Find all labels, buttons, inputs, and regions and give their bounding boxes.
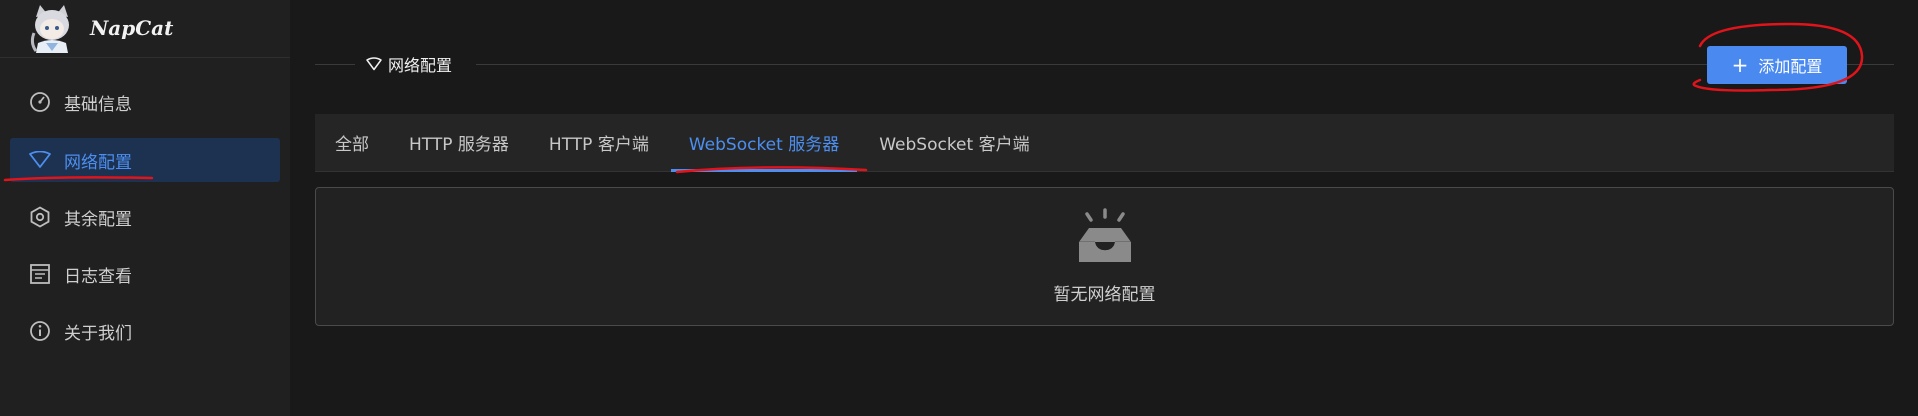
empty-state-text: 暂无网络配置	[1053, 285, 1156, 305]
sidebar-item-about[interactable]: 关于我们	[10, 309, 280, 353]
tab-http-server[interactable]: HTTP 服务器	[409, 114, 509, 172]
napcat-logo-icon	[30, 5, 69, 53]
wifi-icon	[366, 57, 382, 71]
section-title-text: 网络配置	[388, 56, 453, 75]
tab-websocket-client[interactable]: WebSocket 客户端	[879, 114, 1029, 172]
brand[interactable]: NapCat	[28, 0, 173, 56]
sidebar-item-label: 网络配置	[64, 152, 132, 173]
add-config-label: 添加配置	[1758, 57, 1823, 76]
plus-icon: +	[1731, 53, 1749, 77]
dashboard-icon	[28, 90, 52, 114]
settings-hex-icon	[28, 205, 52, 229]
tab-all[interactable]: 全部	[335, 114, 369, 172]
sidebar: NapCat 基础信息 网络配置 其余配置 日志查看 关于我们	[0, 0, 290, 416]
sidebar-item-label: 关于我们	[64, 323, 132, 344]
wifi-icon	[28, 148, 52, 172]
add-config-button[interactable]: + 添加配置	[1707, 46, 1847, 84]
log-icon	[28, 262, 52, 286]
sidebar-item-other-config[interactable]: 其余配置	[10, 195, 280, 239]
section-title: 网络配置	[366, 52, 452, 76]
section-divider-left	[315, 64, 355, 65]
sidebar-divider	[0, 57, 290, 58]
empty-state-card: 暂无网络配置	[315, 187, 1894, 326]
sidebar-item-label: 日志查看	[64, 266, 132, 287]
sidebar-item-basic-info[interactable]: 基础信息	[10, 80, 280, 124]
avatar	[28, 3, 76, 53]
empty-inbox-icon	[1079, 208, 1131, 262]
sidebar-item-label: 其余配置	[64, 209, 132, 230]
section-divider-right	[476, 64, 1894, 65]
tab-http-client[interactable]: HTTP 客户端	[549, 114, 649, 172]
sidebar-item-label: 基础信息	[64, 94, 132, 115]
config-tabs: 全部 HTTP 服务器 HTTP 客户端 WebSocket 服务器 WebSo…	[315, 114, 1894, 172]
tab-websocket-server[interactable]: WebSocket 服务器	[670, 114, 858, 172]
brand-name: NapCat	[90, 16, 174, 40]
info-icon	[28, 319, 52, 343]
sidebar-item-network-config[interactable]: 网络配置	[10, 138, 280, 182]
sidebar-item-log-view[interactable]: 日志查看	[10, 252, 280, 296]
